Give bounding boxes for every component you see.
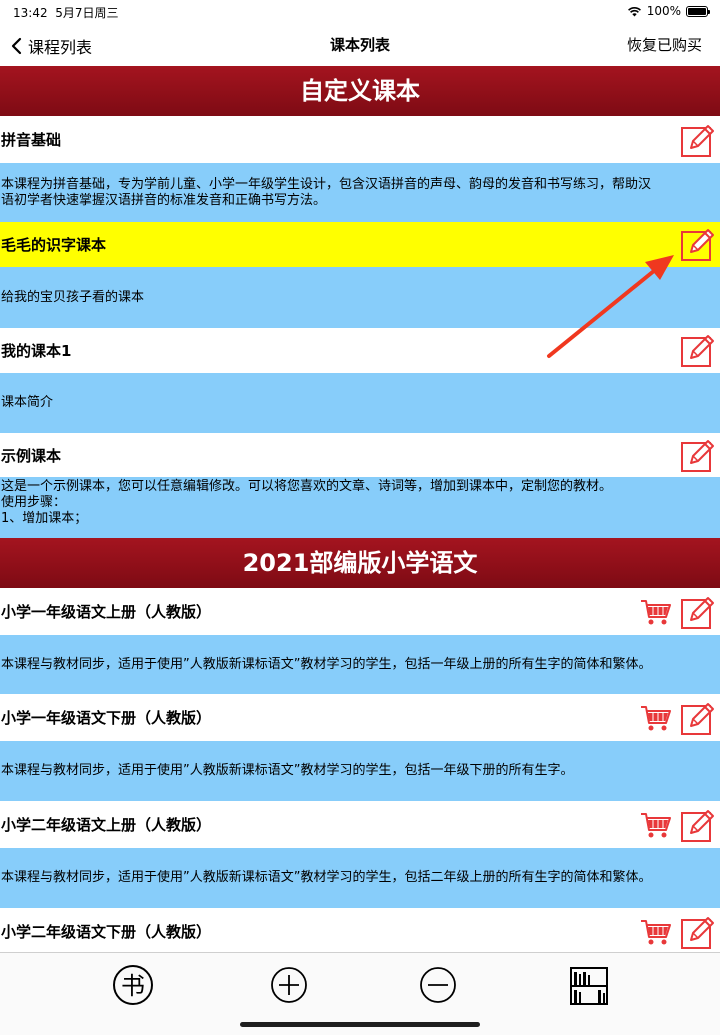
course-title: 示例课本: [1, 446, 62, 465]
course-description[interactable]: 本课程与教材同步，适用于使用”人教版新课标语文”教材学习的学生，包括一年级上册的…: [0, 635, 720, 694]
edit-icon[interactable]: [680, 226, 716, 262]
status-time-date: 13:42 5月7日周三: [13, 4, 119, 21]
minus-circle-icon[interactable]: [416, 963, 460, 1007]
edit-icon[interactable]: [680, 807, 716, 843]
course-description[interactable]: 本课程与教材同步，适用于使用”人教版新课标语文”教材学习的学生，包括二年级上册的…: [0, 848, 720, 908]
course-title: 拼音基础: [1, 131, 62, 149]
wifi-icon: [627, 6, 641, 16]
section-header-custom: 自定义课本: [0, 66, 720, 116]
course-title-row[interactable]: 我的课本1: [0, 328, 720, 373]
course-title: 小学二年级语文上册（人教版）: [1, 816, 212, 834]
course-title-row[interactable]: 示例课本: [0, 433, 720, 477]
cart-icon[interactable]: [640, 918, 672, 948]
book-icon[interactable]: 书: [111, 963, 155, 1007]
course-title: 毛毛的识字课本: [1, 236, 107, 254]
course-desc-line: 1、增加课本；: [1, 511, 88, 526]
edit-icon[interactable]: [680, 594, 716, 630]
battery-level: [688, 7, 706, 15]
course-desc-line: 给我的宝贝孩子看的课本: [1, 289, 145, 305]
course-list[interactable]: 自定义课本 拼音基础 本课程为拼音基础，专为学前儿童、小学一年级学生设计，包含汉…: [0, 66, 720, 952]
course-desc-line: 这是一个示例课本，您可以任意编辑修改。可以将您喜欢的文章、诗词等，增加到课本中，…: [1, 479, 613, 494]
course-desc-line: 本课程与教材同步，适用于使用”人教版新课标语文”教材学习的学生，包括一年级下册的…: [1, 763, 574, 778]
cart-icon[interactable]: [640, 704, 672, 734]
status-right: 100%: [627, 4, 710, 18]
edit-icon[interactable]: [680, 437, 716, 473]
course-title: 我的课本1: [1, 342, 72, 360]
book-glyph: 书: [121, 972, 145, 1000]
course-title: 小学一年级语文下册（人教版）: [1, 709, 212, 727]
edit-icon[interactable]: [680, 700, 716, 736]
course-desc-line: 本课程与教材同步，适用于使用”人教版新课标语文”教材学习的学生，包括一年级上册的…: [1, 656, 652, 672]
status-time: 13:42: [13, 6, 48, 20]
course-title-row[interactable]: 小学二年级语文上册（人教版）: [0, 801, 720, 848]
course-description[interactable]: 本课程与教材同步，适用于使用”人教版新课标语文”教材学习的学生，包括一年级下册的…: [0, 741, 720, 801]
course-title: 小学一年级语文上册（人教版）: [1, 603, 212, 621]
plus-circle-icon[interactable]: [267, 963, 311, 1007]
edit-icon[interactable]: [680, 122, 716, 158]
course-description[interactable]: 本课程为拼音基础，专为学前儿童、小学一年级学生设计，包含汉语拼音的声母、韵母的发…: [0, 163, 720, 222]
course-desc-line: 本课程与教材同步，适用于使用”人教版新课标语文”教材学习的学生，包括二年级上册的…: [1, 870, 652, 885]
course-desc-line: 使用步骤：: [1, 495, 67, 510]
page-title: 课本列表: [329, 36, 390, 54]
battery-icon: [686, 5, 710, 17]
course-title-row[interactable]: 小学二年级语文下册（人教版）: [0, 908, 720, 952]
course-title-row[interactable]: 拼音基础: [0, 116, 720, 163]
section-header-textbook-2021: 2021部编版小学语文: [0, 538, 720, 588]
home-indicator: [240, 1022, 480, 1027]
status-bar: 13:42 5月7日周三 100%: [0, 0, 720, 22]
course-title: 小学二年级语文下册（人教版）: [1, 923, 212, 941]
course-title-row[interactable]: 小学一年级语文下册（人教版）: [0, 694, 720, 741]
battery-percent: 100%: [646, 4, 681, 18]
edit-icon[interactable]: [680, 914, 716, 950]
cart-icon[interactable]: [640, 598, 672, 628]
cart-icon[interactable]: [640, 811, 672, 841]
restore-purchases-button[interactable]: 恢复已购买: [627, 34, 702, 55]
bookshelf-icon[interactable]: [567, 963, 611, 1007]
course-title-row-highlighted[interactable]: 毛毛的识字课本: [0, 222, 720, 267]
course-desc-line: 本课程为拼音基础，专为学前儿童、小学一年级学生设计，包含汉语拼音的声母、韵母的发…: [1, 176, 652, 192]
course-description[interactable]: 课本简介: [0, 373, 720, 433]
course-description[interactable]: 给我的宝贝孩子看的课本: [0, 267, 720, 328]
course-desc-line: 课本简介: [1, 395, 54, 410]
course-description[interactable]: 这是一个示例课本，您可以任意编辑修改。可以将您喜欢的文章、诗词等，增加到课本中，…: [0, 477, 720, 538]
course-title-row[interactable]: 小学一年级语文上册（人教版）: [0, 588, 720, 635]
course-desc-line: 语初学者快速掌握汉语拼音的标准发音和正确书写方法。: [1, 192, 327, 208]
edit-icon[interactable]: [680, 332, 716, 368]
status-date: 5月7日周三: [55, 6, 119, 20]
nav-bar: 课程列表 课本列表 恢复已购买: [0, 22, 720, 66]
